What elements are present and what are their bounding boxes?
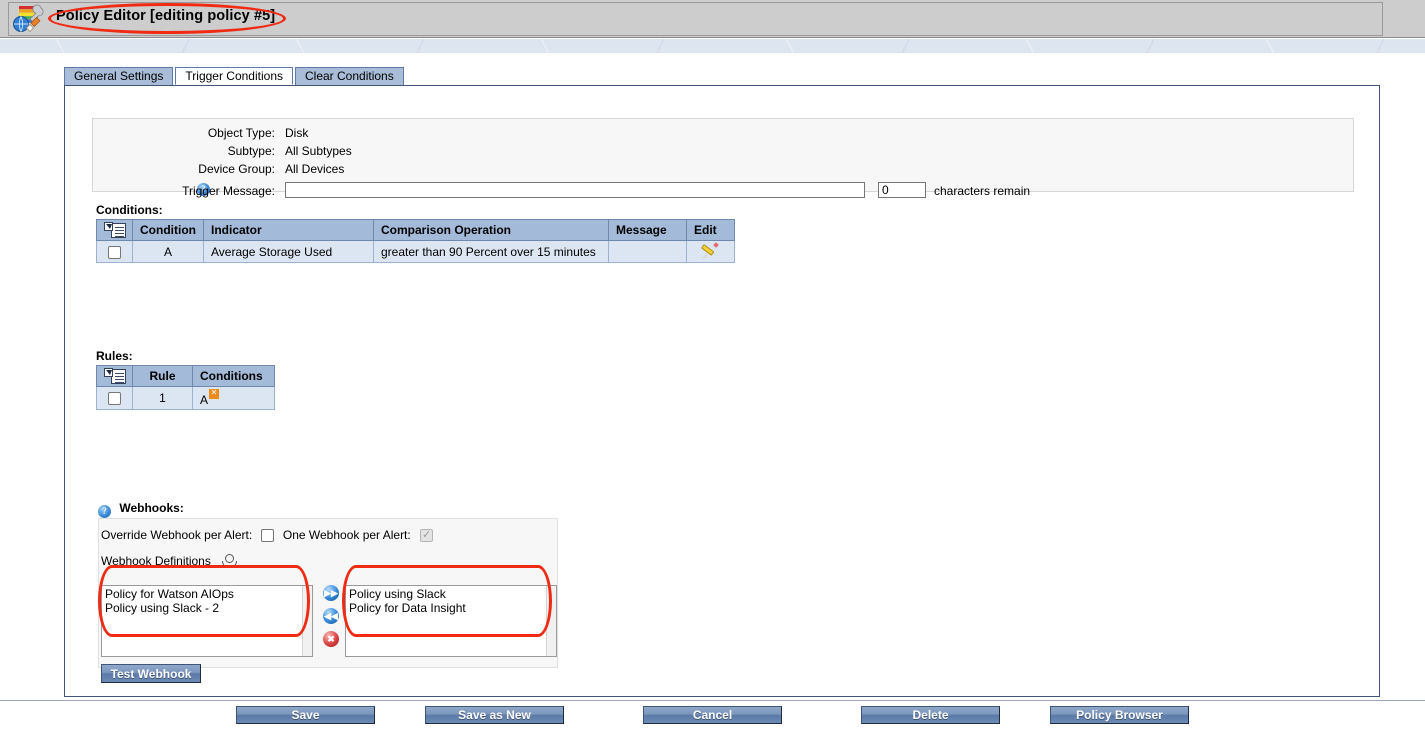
- delete-webhook-button[interactable]: ✖: [323, 631, 339, 647]
- webhooks-heading: Webhooks:: [119, 501, 184, 515]
- rules-header-row: Rule Conditions: [96, 365, 275, 387]
- conditions-table: Condition Indicator Comparison Operation…: [96, 219, 735, 263]
- trigger-message-label: Trigger Message:: [182, 184, 275, 198]
- condition-row-checkbox-cell[interactable]: [96, 240, 133, 263]
- assigned-webhooks-list[interactable]: Policy using Slack Policy for Data Insig…: [345, 585, 557, 657]
- object-type-value: Disk: [285, 126, 309, 140]
- webhook-definitions-row: Webhook Definitions: [101, 554, 238, 568]
- window-title-bar: Policy Editor [editing policy #5]: [0, 0, 1425, 38]
- condition-comparison: greater than 90 Percent over 15 minutes: [372, 240, 609, 263]
- delete-button[interactable]: Delete: [861, 706, 1000, 724]
- remove-webhook-button[interactable]: ◀◀: [323, 608, 339, 624]
- device-group-value: All Devices: [285, 162, 345, 176]
- condition-indicator: Average Storage Used: [202, 240, 374, 263]
- conditions-select-all-header[interactable]: [96, 219, 133, 241]
- condition-edit-cell[interactable]: [685, 240, 735, 263]
- condition-row-checkbox[interactable]: [108, 245, 121, 259]
- col-rule-conditions: Conditions: [192, 365, 275, 387]
- policy-editor-icon: [10, 4, 48, 34]
- tab-bar: General Settings Trigger Conditions Clea…: [64, 67, 406, 85]
- condition-letter: A: [132, 240, 204, 263]
- rule-conditions-cell: A: [192, 386, 275, 410]
- available-webhooks-list[interactable]: Policy for Watson AIOps Policy using Sla…: [101, 585, 313, 657]
- rules-table: Rule Conditions 1 A: [96, 365, 275, 410]
- webhooks-help-icon[interactable]: ?: [98, 505, 111, 518]
- rule-condition-letter: A: [200, 393, 209, 407]
- webhooks-heading-row: ? Webhooks:: [98, 501, 184, 518]
- select-all-icon[interactable]: [103, 367, 126, 385]
- tab-clear-conditions[interactable]: Clear Conditions: [295, 67, 404, 85]
- col-indicator: Indicator: [202, 219, 374, 241]
- rule-row-checkbox-cell[interactable]: [96, 386, 133, 410]
- footer-separator: [0, 700, 1425, 701]
- conditions-header-row: Condition Indicator Comparison Operation…: [96, 219, 735, 241]
- list-item[interactable]: Policy using Slack: [349, 587, 556, 601]
- trigger-message-input[interactable]: [285, 182, 865, 198]
- webhook-transfer-buttons: ▶▶ ◀◀ ✖: [323, 585, 345, 654]
- object-type-label: Object Type:: [207, 126, 275, 140]
- rule-number: 1: [132, 386, 193, 410]
- save-button[interactable]: Save: [236, 706, 375, 724]
- conditions-heading: Conditions:: [96, 203, 163, 217]
- rules-heading: Rules:: [96, 349, 133, 363]
- one-webhook-per-alert-checkbox: [420, 529, 434, 543]
- decorative-band: [0, 39, 1425, 53]
- characters-remain-label: characters remain: [934, 184, 1031, 198]
- delete-condition-icon[interactable]: [209, 387, 220, 399]
- webhook-toggles-row: Override Webhook per Alert: One Webhook …: [101, 528, 434, 543]
- page-title: Policy Editor [editing policy #5]: [56, 8, 276, 24]
- one-webhook-per-alert-label: One Webhook per Alert:: [282, 528, 411, 542]
- override-webhook-checkbox[interactable]: [260, 529, 274, 543]
- characters-remain-input[interactable]: [878, 182, 926, 198]
- override-webhook-label: Override Webhook per Alert:: [101, 528, 253, 542]
- available-list-scrollbar[interactable]: [302, 586, 312, 656]
- webhooks-panel: Override Webhook per Alert: One Webhook …: [98, 518, 558, 683]
- pencil-icon[interactable]: [701, 242, 720, 258]
- list-item[interactable]: Policy using Slack - 2: [105, 601, 312, 615]
- list-item[interactable]: Policy for Data Insight: [349, 601, 556, 615]
- col-comparison-operation: Comparison Operation: [372, 219, 609, 241]
- col-edit: Edit: [685, 219, 735, 241]
- cancel-button[interactable]: Cancel: [643, 706, 782, 724]
- rules-select-all-header[interactable]: [96, 365, 133, 387]
- save-as-new-button[interactable]: Save as New: [425, 706, 564, 724]
- assigned-list-scrollbar[interactable]: [546, 586, 556, 656]
- webhook-definitions-label: Webhook Definitions: [101, 554, 211, 568]
- list-item[interactable]: Policy for Watson AIOps: [105, 587, 312, 601]
- col-message: Message: [607, 219, 687, 241]
- col-condition: Condition: [132, 219, 204, 241]
- tab-trigger-conditions[interactable]: Trigger Conditions: [175, 67, 293, 85]
- table-row[interactable]: 1 A: [96, 386, 275, 410]
- tab-general-settings[interactable]: General Settings: [64, 67, 174, 85]
- condition-message: [607, 240, 687, 263]
- col-rule: Rule: [132, 365, 193, 387]
- test-webhook-button[interactable]: Test Webhook: [101, 664, 201, 683]
- device-group-label: Device Group:: [198, 162, 275, 176]
- object-summary-panel: Object Type: Disk Subtype: All Subtypes …: [92, 118, 1354, 198]
- tab-panel-trigger-conditions: Object Type: Disk Subtype: All Subtypes …: [64, 85, 1380, 697]
- subtype-value: All Subtypes: [285, 144, 352, 158]
- rule-row-checkbox[interactable]: [108, 392, 121, 406]
- share-icon[interactable]: [221, 554, 238, 568]
- select-all-icon[interactable]: [103, 221, 126, 239]
- subtype-label: Subtype:: [227, 144, 275, 158]
- add-webhook-button[interactable]: ▶▶: [323, 585, 339, 601]
- table-row[interactable]: A Average Storage Used greater than 90 P…: [96, 240, 735, 263]
- policy-browser-button[interactable]: Policy Browser: [1050, 706, 1189, 724]
